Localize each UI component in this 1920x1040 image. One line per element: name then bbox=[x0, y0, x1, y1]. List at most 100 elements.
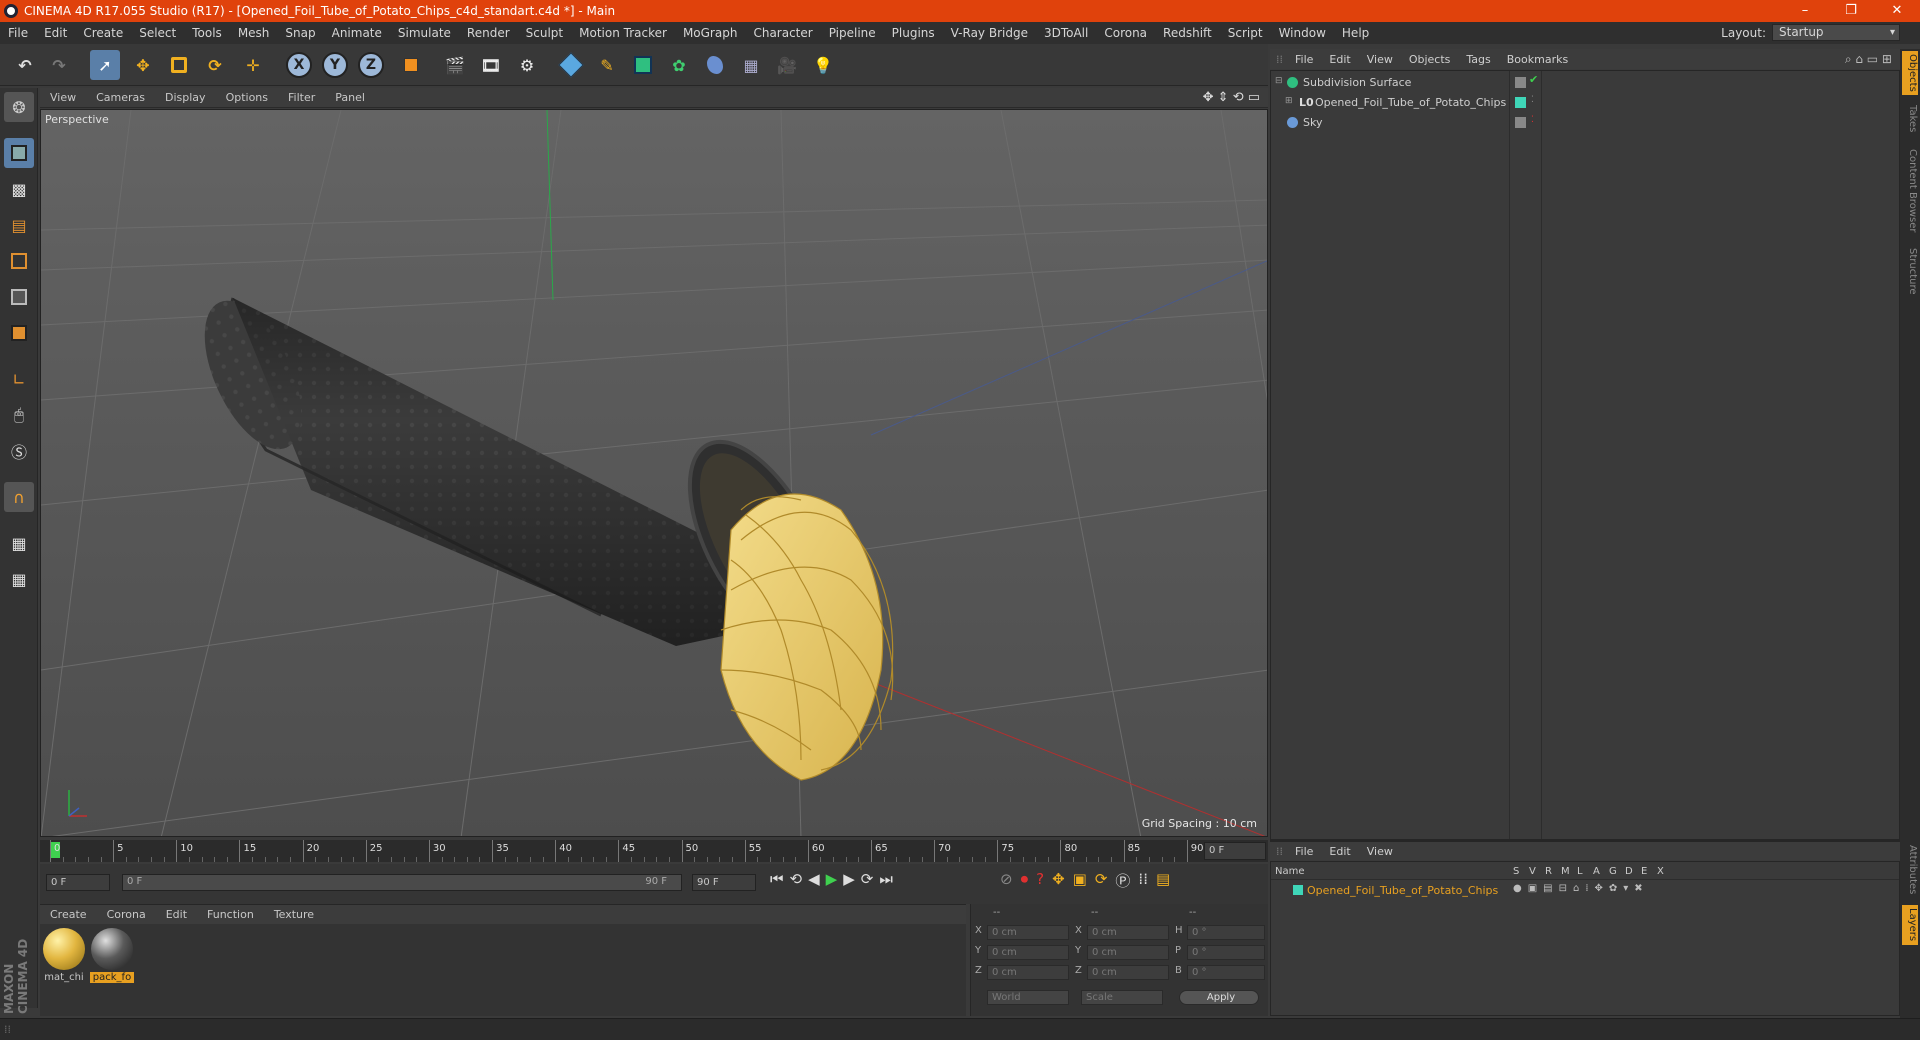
menu-file[interactable]: File bbox=[0, 26, 36, 40]
menu-mograph[interactable]: MoGraph bbox=[675, 26, 746, 40]
layer-row[interactable]: Opened_Foil_Tube_of_Potato_Chips ●▣▤⊟⌂⁞✥… bbox=[1271, 881, 1899, 899]
cube-primitive-icon[interactable] bbox=[556, 50, 586, 80]
snap-magnet-icon[interactable]: ∩ bbox=[4, 482, 34, 512]
objects-menu-file[interactable]: File bbox=[1287, 53, 1321, 66]
object-row[interactable]: Sky ⁚ bbox=[1271, 113, 1899, 133]
menu-plugins[interactable]: Plugins bbox=[884, 26, 943, 40]
viewport-menu-display[interactable]: Display bbox=[155, 91, 216, 104]
timeline-window-icon[interactable]: ▤ bbox=[1156, 870, 1170, 891]
render-picture-viewer-icon[interactable]: 🎞 bbox=[476, 50, 506, 80]
pen-spline-icon[interactable]: ✎ bbox=[592, 50, 622, 80]
scale-tool-icon[interactable] bbox=[164, 50, 194, 80]
solo-mode-icon[interactable]: Ⓢ bbox=[4, 436, 34, 466]
undo-icon[interactable]: ↶ bbox=[10, 50, 40, 80]
menu-script[interactable]: Script bbox=[1220, 26, 1271, 40]
panel-grip-icon[interactable]: ⁞⁞ bbox=[1270, 53, 1287, 66]
autokey-icon[interactable]: ? bbox=[1036, 870, 1044, 891]
size-y-field[interactable]: 0 cm bbox=[1087, 945, 1169, 960]
menu-3dtoall[interactable]: 3DToAll bbox=[1036, 26, 1096, 40]
objects-menu-bookmarks[interactable]: Bookmarks bbox=[1499, 53, 1576, 66]
viewport-menu-view[interactable]: View bbox=[40, 91, 86, 104]
start-frame-field[interactable]: 0 F bbox=[46, 874, 110, 891]
layout-dropdown[interactable]: Startup bbox=[1772, 24, 1900, 41]
tab-content-browser[interactable]: Content Browser bbox=[1902, 143, 1918, 239]
grid-snap-icon[interactable]: ▦ bbox=[4, 564, 34, 594]
viewport-menu-cameras[interactable]: Cameras bbox=[86, 91, 155, 104]
tab-takes[interactable]: Takes bbox=[1902, 101, 1918, 137]
close-button[interactable]: ✕ bbox=[1874, 0, 1920, 22]
tab-layers[interactable]: Layers bbox=[1902, 905, 1918, 945]
position-y-field[interactable]: 0 cm bbox=[987, 945, 1069, 960]
menu-help[interactable]: Help bbox=[1334, 26, 1377, 40]
menu-pipeline[interactable]: Pipeline bbox=[821, 26, 884, 40]
objects-menu-view[interactable]: View bbox=[1359, 53, 1401, 66]
make-editable-icon[interactable]: ❂ bbox=[4, 92, 34, 122]
menu-render[interactable]: Render bbox=[459, 26, 518, 40]
layers-menu-file[interactable]: File bbox=[1287, 845, 1321, 858]
floor-scene-icon[interactable]: ▦ bbox=[736, 50, 766, 80]
material-menu-edit[interactable]: Edit bbox=[156, 908, 197, 921]
panel-grip-icon[interactable]: ⁞⁞ bbox=[1270, 845, 1287, 858]
rotate-tool-icon[interactable]: ⟳ bbox=[200, 50, 230, 80]
layers-menu-view[interactable]: View bbox=[1359, 845, 1401, 858]
menu-simulate[interactable]: Simulate bbox=[390, 26, 459, 40]
workplane-lock-icon[interactable]: ▦ bbox=[4, 528, 34, 558]
select-tool-icon[interactable]: ➚ bbox=[90, 50, 120, 80]
material-swatch[interactable]: mat_chi bbox=[42, 928, 86, 983]
layer-toggle-icons[interactable]: ●▣▤⊟⌂⁞✥✿▾✖ bbox=[1513, 883, 1649, 894]
goto-start-icon[interactable]: ⏮ bbox=[770, 870, 784, 888]
model-mode-icon[interactable] bbox=[4, 138, 34, 168]
visibility-dots-icon[interactable]: ⁚ bbox=[1531, 115, 1534, 125]
object-row[interactable]: ⊟ Subdivision Surface ✔ bbox=[1271, 73, 1899, 93]
material-menu-corona[interactable]: Corona bbox=[97, 908, 156, 921]
rotation-b-field[interactable]: 0 ° bbox=[1187, 965, 1265, 980]
objects-menu-edit[interactable]: Edit bbox=[1321, 53, 1358, 66]
polygons-mode-icon[interactable] bbox=[4, 318, 34, 348]
rotation-p-field[interactable]: 0 ° bbox=[1187, 945, 1265, 960]
menu-snap[interactable]: Snap bbox=[277, 26, 323, 40]
object-row[interactable]: ⊞ L0 Opened_Foil_Tube_of_Potato_Chips ⁚ bbox=[1271, 93, 1899, 113]
current-frame-field[interactable]: 0 F bbox=[1204, 842, 1266, 860]
material-menu-function[interactable]: Function bbox=[197, 908, 264, 921]
goto-end-icon[interactable]: ⏭ bbox=[879, 870, 893, 888]
material-menu-create[interactable]: Create bbox=[40, 908, 97, 921]
material-menu-texture[interactable]: Texture bbox=[264, 908, 324, 921]
x-axis-lock-button[interactable]: X bbox=[286, 52, 312, 78]
menu-vray-bridge[interactable]: V-Ray Bridge bbox=[943, 26, 1036, 40]
end-frame-field[interactable]: 90 F bbox=[692, 874, 756, 891]
tab-structure[interactable]: Structure bbox=[1902, 245, 1918, 297]
enabled-check-icon[interactable]: ✔ bbox=[1529, 73, 1538, 86]
key-rotation-icon[interactable]: ⟳ bbox=[1095, 870, 1108, 891]
render-settings-icon[interactable]: ⚙ bbox=[512, 50, 542, 80]
key-param-icon[interactable]: Ⓟ bbox=[1115, 870, 1130, 891]
minimize-button[interactable]: – bbox=[1782, 0, 1828, 22]
prev-key-icon[interactable]: ⟲ bbox=[790, 870, 803, 888]
menu-redshift[interactable]: Redshift bbox=[1155, 26, 1220, 40]
cloner-icon[interactable]: ✿ bbox=[664, 50, 694, 80]
redo-icon[interactable]: ↷ bbox=[44, 50, 74, 80]
deformer-icon[interactable] bbox=[700, 50, 730, 80]
key-position-icon[interactable]: ✥ bbox=[1052, 870, 1065, 891]
viewport-menu-filter[interactable]: Filter bbox=[278, 91, 325, 104]
key-pla-icon[interactable]: ⁞⁞ bbox=[1138, 870, 1148, 891]
size-x-field[interactable]: 0 cm bbox=[1087, 925, 1169, 940]
keyframe-icon[interactable]: ⊘ bbox=[1000, 870, 1013, 891]
menu-animate[interactable]: Animate bbox=[324, 26, 390, 40]
menu-create[interactable]: Create bbox=[75, 26, 131, 40]
edges-mode-icon[interactable] bbox=[4, 282, 34, 312]
visibility-dots-icon[interactable]: ⁚ bbox=[1531, 95, 1534, 105]
viewport-navigation-icons[interactable]: ✥ ⇕ ⟲ ▭ bbox=[1203, 90, 1260, 105]
layer-color-icon[interactable] bbox=[1293, 885, 1303, 895]
next-frame-icon[interactable]: ▶ bbox=[843, 870, 855, 888]
tweak-mode-icon[interactable]: 🖱 bbox=[4, 400, 34, 430]
camera-icon[interactable]: 🎥 bbox=[772, 50, 802, 80]
workplane-mode-icon[interactable]: ▤ bbox=[4, 210, 34, 240]
scale-dropdown[interactable]: Scale bbox=[1081, 990, 1163, 1005]
restore-button[interactable]: ❐ bbox=[1828, 0, 1874, 22]
render-view-icon[interactable]: 🎬 bbox=[440, 50, 470, 80]
viewport-menu-options[interactable]: Options bbox=[216, 91, 278, 104]
y-axis-lock-button[interactable]: Y bbox=[322, 52, 348, 78]
live-select-icon[interactable]: ✛ bbox=[238, 50, 268, 80]
menu-mesh[interactable]: Mesh bbox=[230, 26, 278, 40]
tab-attributes[interactable]: Attributes bbox=[1902, 841, 1918, 899]
